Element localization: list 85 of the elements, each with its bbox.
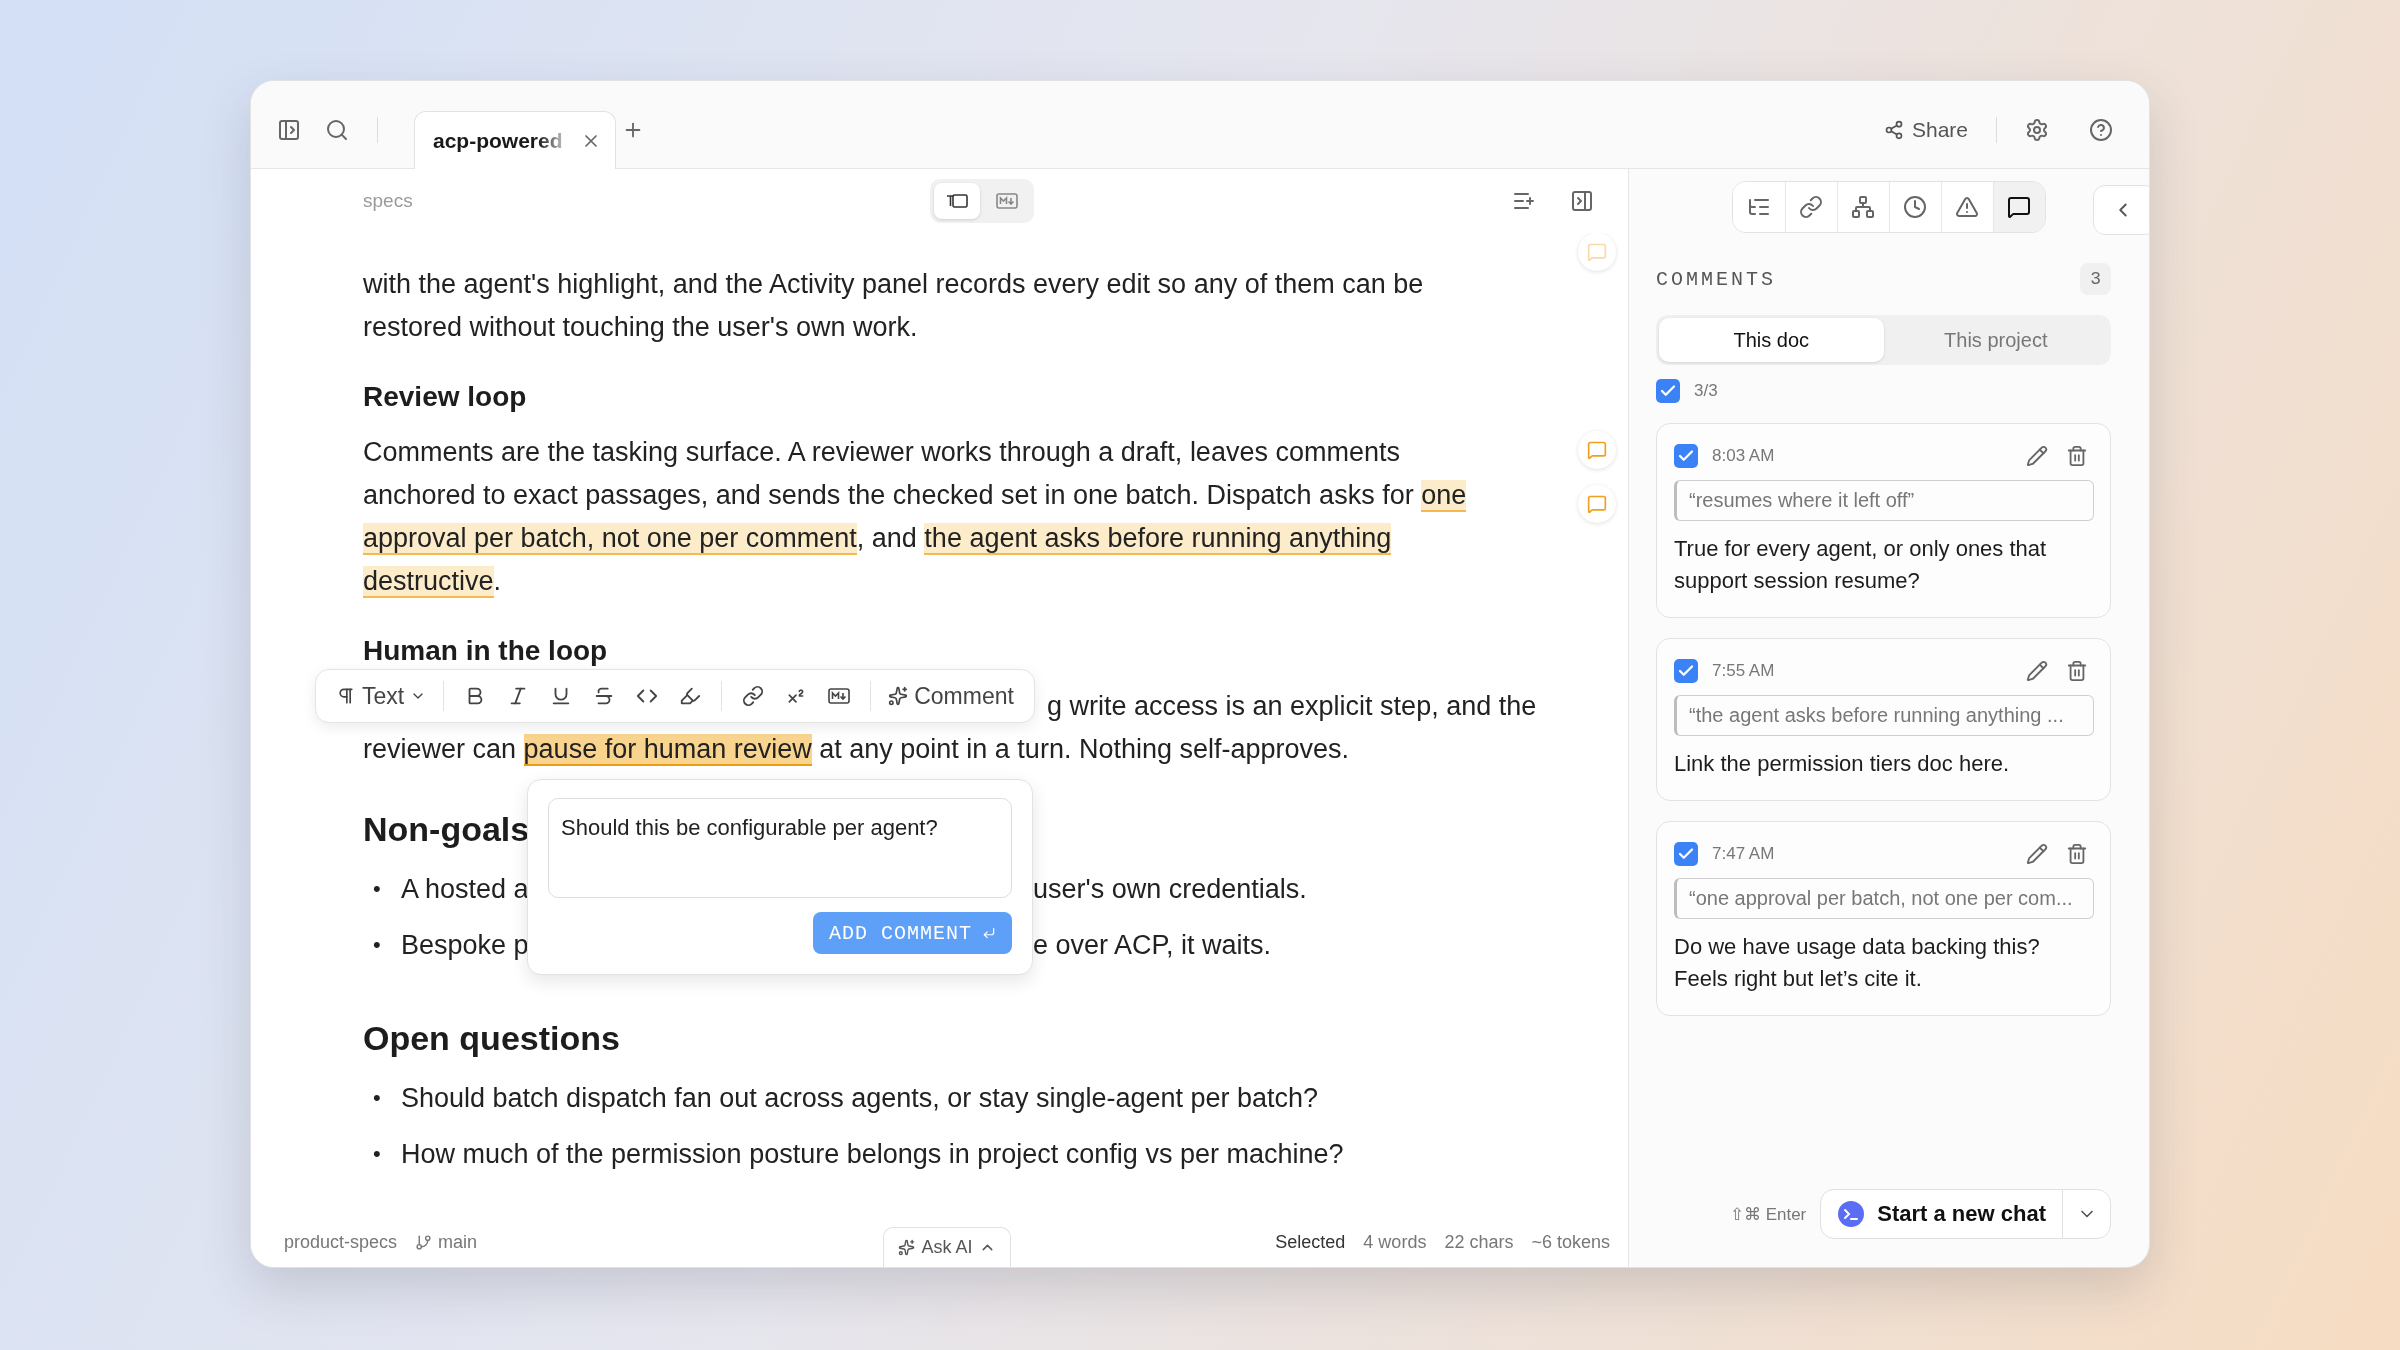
comment-icon [2007, 195, 2031, 219]
bullet: • [373, 931, 382, 959]
comment-time: 8:03 AM [1712, 446, 1775, 466]
delete-icon[interactable] [2066, 660, 2088, 682]
selection-stat: ~6 tokens [1531, 1231, 1610, 1253]
quote-text: “the agent asks before running anything ... [1674, 695, 2094, 736]
panel-icon [1570, 189, 1594, 213]
comment-text: True for every agent, or only ones that support session resume? [1674, 535, 2048, 595]
selection-count: 3/3 [1694, 381, 1718, 401]
section-heading: Human in the loop [363, 634, 608, 668]
paragraph: Comments are the tasking surface. A reviewer works through a draft, leaves comments anchored to exact passages, and sends the checked set in one batch. Dispatch asks for one approval per batch, not one per comment, and the agent asks before running anything destructive. [363, 436, 1468, 600]
comment-marker[interactable] [1578, 431, 1616, 469]
comment-icon [1587, 494, 1607, 514]
rich-text-view-button[interactable] [933, 183, 980, 219]
clock-icon [1903, 195, 1927, 219]
bullet: • [373, 875, 382, 903]
comment-checkbox[interactable] [1674, 842, 1698, 866]
comments-tab[interactable] [1992, 182, 2045, 232]
search-icon [325, 118, 349, 142]
edit-icon[interactable] [2026, 843, 2048, 865]
bullet: • [373, 1084, 382, 1112]
quote-text: “resumes where it left off” [1674, 480, 2094, 521]
paragraph-line: reviewer can pause for human review at any point in a turn. Nothing self-approves. [363, 733, 1350, 768]
comment-icon [1587, 242, 1607, 262]
scope-tab[interactable]: This project [1883, 318, 2108, 362]
chat-logo-icon [1837, 1200, 1866, 1228]
quote-text: “one approval per batch, not one per com... [1674, 878, 2094, 919]
section-heading: Review loop [363, 380, 527, 414]
sparkle-icon [888, 686, 909, 706]
share-button[interactable]: Share [1877, 112, 1974, 148]
panel-title: COMMENTS [1656, 267, 1776, 291]
delete-icon[interactable] [2066, 843, 2088, 865]
comment-time: 7:47 AM [1712, 844, 1775, 864]
comment-text: Do we have usage data backing this? Feels right but let’s cite it. [1674, 933, 2041, 993]
paragraph-line: g write access is an explicit step, and the [1047, 690, 1537, 723]
list-item-text: Bespoke p [401, 929, 529, 962]
section-heading: Non-goals [363, 809, 530, 850]
section-heading: Open questions [363, 1018, 620, 1059]
ask-ai-button[interactable]: Ask AI [883, 1227, 1011, 1267]
markdown-icon [828, 688, 851, 704]
link-icon [742, 685, 765, 707]
selection-stat: 4 words [1363, 1231, 1427, 1253]
project-name: product-specs [284, 1231, 398, 1253]
comment-count: 3 [2080, 263, 2111, 295]
select-all-checkbox[interactable] [1656, 379, 1680, 403]
document-tab[interactable]: acp-powered [414, 111, 616, 169]
highlighter-icon [679, 685, 702, 707]
branch-name: main [438, 1231, 478, 1253]
markdown-icon [995, 193, 1018, 209]
list-item-text: Should batch dispatch fan out across agents, or stay single-agent per batch? [401, 1082, 1319, 1115]
hierarchy-icon [1851, 195, 1875, 219]
comment-icon [1587, 440, 1607, 460]
list-item-text: How much of the permission posture belongs in project config vs per machine? [401, 1138, 1344, 1171]
comment-time: 7:55 AM [1712, 661, 1775, 681]
link-icon [1799, 195, 1823, 219]
sparkle-icon [898, 1239, 916, 1256]
list-item-text: A hosted a [401, 873, 529, 906]
warning-icon [1955, 195, 1979, 219]
list-item-text: user's own credentials. [1033, 873, 1307, 906]
panel-icon [277, 118, 301, 142]
selection-stat: 22 chars [1444, 1231, 1514, 1253]
edit-icon[interactable] [2026, 445, 2048, 467]
help-icon [2089, 118, 2113, 142]
block-type-dropdown[interactable]: Text [332, 676, 431, 716]
settings-icon [2025, 118, 2049, 142]
comment-checkbox[interactable] [1674, 659, 1698, 683]
return-icon [982, 926, 996, 940]
share-icon [1883, 120, 1904, 140]
paragraph: with the agent's highlight, and the Activity panel records every edit so any of them can be restored without touching the user's own work. [363, 268, 1425, 344]
comment-button[interactable]: Comment [884, 676, 1018, 716]
list-item-text: e over ACP, it waits. [1033, 929, 1272, 962]
bullet: • [373, 1140, 382, 1168]
shortcut-hint: ⇧⌘ Enter [1729, 1203, 1807, 1225]
scope-tab[interactable]: This doc [1659, 318, 1884, 362]
comment-text: Link the permission tiers doc here. [1674, 750, 2011, 778]
selection-stat: Selected [1275, 1231, 1346, 1253]
edit-icon[interactable] [2026, 660, 2048, 682]
comment-input[interactable]: Should this be configurable per agent? [548, 798, 1012, 898]
pilcrow-icon [336, 686, 356, 706]
rich-text-icon [945, 192, 968, 210]
comment-marker[interactable] [1578, 233, 1616, 271]
comment-checkbox[interactable] [1674, 444, 1698, 468]
comment-marker[interactable] [1578, 485, 1616, 523]
delete-icon[interactable] [2066, 445, 2088, 467]
branch-icon [415, 1233, 433, 1251]
